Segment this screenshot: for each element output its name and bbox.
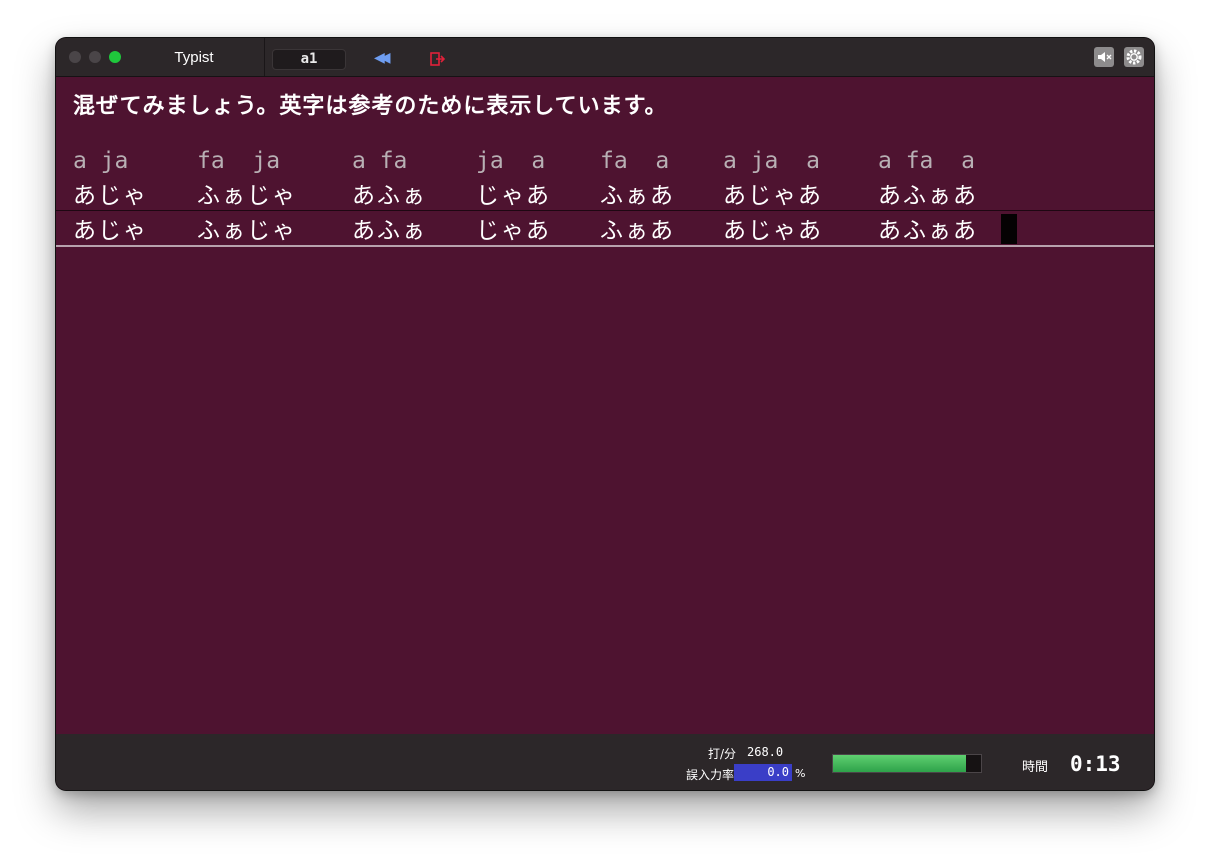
- typed-word: あじゃあ: [723, 218, 823, 244]
- romaji-word: a fa a: [878, 148, 975, 174]
- target-word: あふぁあ: [878, 183, 978, 209]
- romaji-word: a ja: [73, 148, 129, 174]
- time-label: 時間: [1022, 760, 1049, 775]
- gear-icon[interactable]: [1124, 47, 1144, 67]
- target-word: あじゃあ: [723, 183, 823, 209]
- close-window-button[interactable]: [69, 51, 81, 63]
- exit-icon[interactable]: [430, 51, 446, 67]
- romaji-word: fa a: [600, 148, 670, 174]
- typed-word: あふぁ: [352, 218, 427, 244]
- typed-word: あふぁあ: [878, 218, 978, 244]
- target-word: あじゃ: [73, 183, 148, 209]
- speed-label: 打/分: [707, 747, 736, 761]
- target-word: ふぁじゃ: [197, 183, 297, 209]
- progress-fill: [833, 755, 967, 772]
- status-bar: 打/分 268.0 誤入力率 0.0 % 時間 0:13: [56, 734, 1154, 790]
- progress-bar: [832, 754, 982, 773]
- speaker-mute-icon[interactable]: [1094, 47, 1114, 67]
- typed-word: ふぁあ: [600, 218, 675, 244]
- typist-window: Typist a1 ◀◀ 混ぜてみましょう。英字は参考のために表示しています。 …: [56, 38, 1154, 790]
- instruction-text: 混ぜてみましょう。英字は参考のために表示しています。: [73, 94, 668, 119]
- minimize-window-button[interactable]: [89, 51, 101, 63]
- target-word: ふぁあ: [600, 183, 675, 209]
- target-word: じゃあ: [476, 183, 551, 209]
- rewind-icon[interactable]: ◀◀: [374, 51, 396, 65]
- typed-word: あじゃ: [73, 218, 148, 244]
- lesson-mode-field[interactable]: a1: [272, 49, 346, 70]
- titlebar-divider: [264, 38, 265, 76]
- error-rate-unit: %: [795, 767, 806, 780]
- romaji-word: a fa: [352, 148, 408, 174]
- romaji-word: fa ja: [197, 148, 281, 174]
- error-rate-label: 誤入力率: [685, 768, 734, 782]
- time-value: 0:13: [1070, 752, 1121, 776]
- speed-value: 268.0: [747, 745, 784, 759]
- target-word: あふぁ: [352, 183, 427, 209]
- error-rate-value: 0.0: [734, 764, 792, 781]
- app-title: Typist: [174, 49, 214, 66]
- romaji-word: ja a: [476, 148, 546, 174]
- romaji-word: a ja a: [723, 148, 820, 174]
- text-cursor: [1001, 214, 1017, 244]
- typed-word: ふぁじゃ: [197, 218, 297, 244]
- input-divider: [56, 245, 1154, 247]
- typed-word: じゃあ: [476, 218, 551, 244]
- title-bar: Typist a1 ◀◀: [56, 38, 1154, 77]
- maximize-window-button[interactable]: [109, 51, 121, 63]
